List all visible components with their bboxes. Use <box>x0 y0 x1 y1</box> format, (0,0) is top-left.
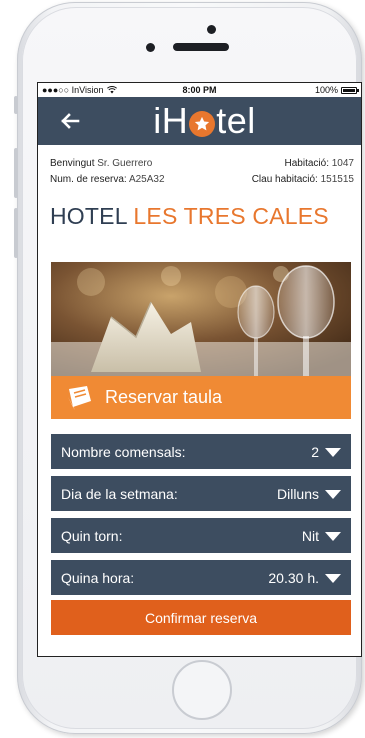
guests-label: Nombre comensals: <box>61 443 186 460</box>
shift-value: Nit <box>301 527 319 544</box>
earpiece-speaker <box>173 43 229 51</box>
weekday-select[interactable]: Dia de la setmana: Dilluns <box>51 476 351 511</box>
shift-label: Quin torn: <box>61 527 123 544</box>
chevron-down-icon <box>325 532 341 541</box>
logo-text-left: iH <box>153 100 189 141</box>
restaurant-photo <box>51 262 351 376</box>
room-number: Habitació: 1047 <box>285 158 355 169</box>
time-value-wrap: 20.30 h. <box>268 570 341 586</box>
weekday-label: Dia de la setmana: <box>61 485 178 502</box>
proximity-sensor <box>146 43 155 52</box>
guests-value-wrap: 2 <box>311 444 341 460</box>
weekday-value: Dilluns <box>276 485 319 502</box>
booking-value: A25A32 <box>128 173 165 185</box>
chevron-down-icon <box>325 490 341 499</box>
hotel-name: HOTEL LES TRES CALES <box>50 203 361 230</box>
time-select[interactable]: Quina hora: 20.30 h. <box>51 560 351 595</box>
mute-switch <box>14 96 18 114</box>
home-button[interactable] <box>172 660 232 720</box>
key-label: Clau habitació: <box>251 173 318 185</box>
guests-value: 2 <box>311 443 319 460</box>
status-bar: ●●●○○ InVision 8:00 PM 100% <box>38 83 361 97</box>
app-header: iH tel <box>38 97 361 145</box>
shift-value-wrap: Nit <box>302 528 341 544</box>
weekday-value-wrap: Dilluns <box>277 486 341 502</box>
key-value: 151515 <box>320 173 354 185</box>
reserve-table-label: Reservar taula <box>105 387 223 407</box>
shift-select[interactable]: Quin torn: Nit <box>51 518 351 553</box>
room-key: Clau habitació: 151515 <box>252 174 354 185</box>
volume-up-button <box>14 148 18 198</box>
hotel-name-prefix: HOTEL <box>50 203 127 229</box>
welcome-text: Benvingut Sr. Guerrero <box>50 158 152 169</box>
book-icon <box>66 385 91 410</box>
guest-info-row-2: Num. de reserva: A25A32 Clau habitació: … <box>50 171 354 187</box>
chevron-down-icon <box>325 574 341 583</box>
guest-name: Sr. Guerrero <box>97 157 153 169</box>
welcome-label: Benvingut <box>50 157 95 169</box>
app-screen: ●●●○○ InVision 8:00 PM 100% iH tel Benvi… <box>37 82 362 657</box>
booking-label: Num. de reserva: <box>50 173 127 185</box>
confirm-reservation-button[interactable]: Confirmar reserva <box>51 600 351 635</box>
app-logo: iH tel <box>153 100 256 142</box>
battery-icon <box>341 86 359 94</box>
room-value: 1047 <box>331 157 354 169</box>
logo-text-right: tel <box>216 100 256 141</box>
time-value: 20.30 h. <box>268 569 319 586</box>
guests-select[interactable]: Nombre comensals: 2 <box>51 434 351 469</box>
hotel-name-accent: LES TRES CALES <box>133 203 329 229</box>
back-arrow-icon[interactable] <box>58 109 82 133</box>
room-label: Habitació: <box>284 157 329 169</box>
chevron-down-icon <box>325 448 341 457</box>
star-icon <box>189 111 216 137</box>
status-time: 8:00 PM <box>182 85 217 95</box>
guest-info: Benvingut Sr. Guerrero Habitació: 1047 N… <box>38 145 361 187</box>
guest-info-row-1: Benvingut Sr. Guerrero Habitació: 1047 <box>50 155 354 171</box>
front-camera <box>207 25 216 34</box>
volume-down-button <box>14 208 18 258</box>
reserve-table-header[interactable]: Reservar taula <box>51 376 351 419</box>
time-label: Quina hora: <box>61 569 135 586</box>
booking-number: Num. de reserva: A25A32 <box>50 174 165 185</box>
